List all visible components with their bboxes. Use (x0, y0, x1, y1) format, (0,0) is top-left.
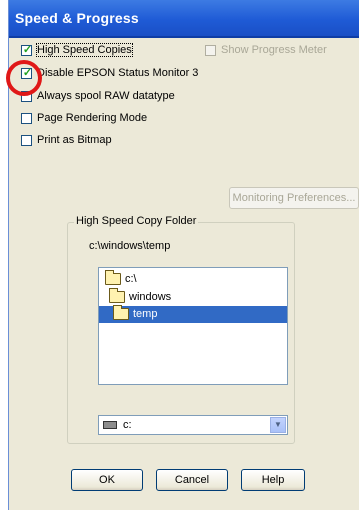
tree-item-root[interactable]: c:\ (99, 270, 287, 288)
tree-item-label: windows (129, 291, 172, 303)
drive-icon (103, 421, 117, 429)
window-title: Speed & Progress (15, 10, 139, 26)
show-progress-meter-label[interactable]: Show Progress Meter (221, 44, 327, 56)
disable-status-monitor-label[interactable]: Disable EPSON Status Monitor 3 (37, 67, 198, 79)
print-as-bitmap-label[interactable]: Print as Bitmap (37, 134, 112, 146)
open-folder-icon (105, 270, 121, 285)
page-rendering-mode-label[interactable]: Page Rendering Mode (37, 112, 147, 124)
ok-button-label: OK (99, 474, 115, 486)
print-as-bitmap-checkbox[interactable] (21, 135, 32, 146)
checkmark-icon: ✓ (22, 67, 33, 79)
monitoring-preferences-button[interactable]: Monitoring Preferences... (229, 187, 359, 209)
always-spool-raw-checkbox[interactable] (21, 91, 32, 102)
group-legend: High Speed Copy Folder (74, 215, 199, 227)
tree-item-label: c:\ (125, 273, 137, 285)
tree-item-temp[interactable]: temp (99, 305, 287, 323)
folder-tree[interactable]: c:\ windows temp (98, 267, 288, 385)
drive-value: c: (123, 419, 132, 431)
chevron-down-icon[interactable]: ▼ (270, 417, 286, 433)
open-folder-icon (113, 305, 129, 320)
cancel-button-label: Cancel (174, 474, 210, 486)
open-folder-icon (109, 288, 125, 303)
disable-status-monitor-checkbox[interactable]: ✓ (21, 67, 33, 79)
show-progress-meter-checkbox[interactable] (205, 45, 216, 56)
cancel-button[interactable]: Cancel (156, 469, 228, 491)
page-rendering-mode-checkbox[interactable] (21, 113, 32, 124)
title-bar: Speed & Progress (9, 0, 359, 38)
high-speed-copies-label[interactable]: High Speed Copies (36, 43, 133, 57)
help-button[interactable]: Help (241, 469, 305, 491)
tree-item-windows[interactable]: windows (99, 288, 287, 306)
speed-progress-dialog: Speed & Progress ✓ High Speed Copies Sho… (8, 0, 359, 510)
drive-select[interactable]: c: ▼ (98, 415, 288, 435)
tree-item-label: temp (133, 308, 158, 320)
checkmark-icon: ✓ (22, 44, 33, 56)
ok-button[interactable]: OK (71, 469, 143, 491)
help-button-label: Help (261, 474, 285, 486)
always-spool-raw-label[interactable]: Always spool RAW datatype (37, 90, 175, 102)
high-speed-copies-checkbox[interactable]: ✓ (21, 44, 33, 56)
copy-folder-path: c:\windows\temp (89, 240, 171, 252)
